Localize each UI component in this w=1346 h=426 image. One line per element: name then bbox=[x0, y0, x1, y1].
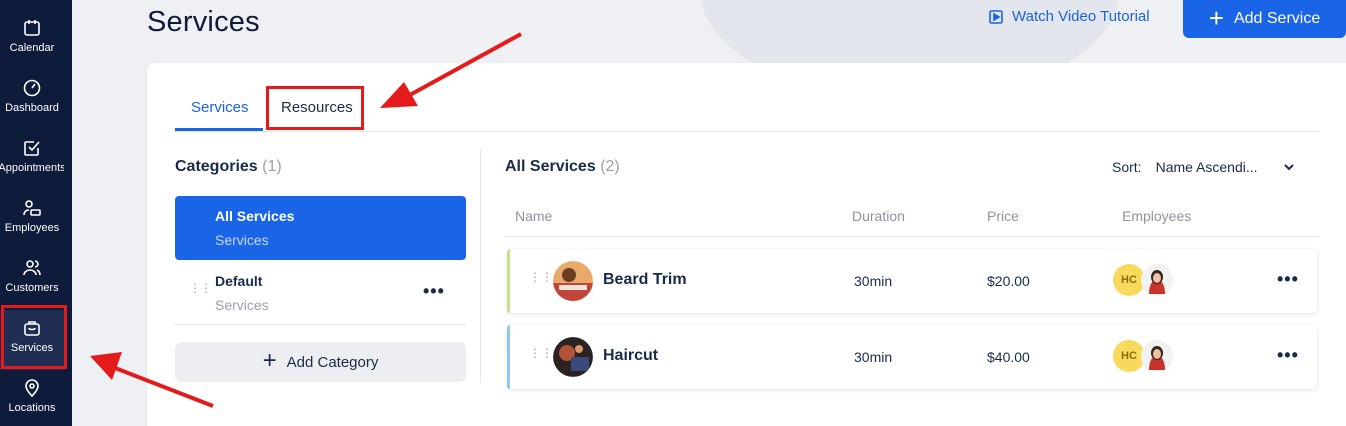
column-header-price[interactable]: Price bbox=[987, 208, 1019, 224]
category-name: Default bbox=[215, 273, 263, 289]
sidebar-item-label: Calendar bbox=[9, 42, 55, 54]
table-header-divider bbox=[505, 236, 1319, 237]
tab-services[interactable]: Services bbox=[191, 99, 249, 116]
service-row-beard-trim[interactable]: ⋮⋮ Beard Trim 30min $20.00 HC ••• bbox=[507, 249, 1317, 313]
sidebar-item-employees[interactable]: Employees bbox=[0, 190, 64, 250]
sidebar-item-dashboard[interactable]: Dashboard bbox=[0, 70, 64, 130]
annotation-highlight-box bbox=[266, 86, 364, 130]
service-thumbnail bbox=[553, 261, 593, 301]
sidebar-item-customers[interactable]: Customers bbox=[0, 250, 64, 310]
row-accent-bar bbox=[507, 325, 510, 389]
plus-icon: + bbox=[262, 346, 277, 374]
more-options-icon[interactable]: ••• bbox=[423, 281, 445, 302]
category-name: All Services bbox=[215, 208, 295, 224]
services-heading: All Services (2) bbox=[505, 158, 620, 176]
employee-avatar bbox=[1141, 264, 1173, 296]
map-pin-icon bbox=[25, 379, 39, 398]
add-service-label: Add Service bbox=[1233, 10, 1321, 27]
service-price: $40.00 bbox=[987, 349, 1030, 365]
service-row-haircut[interactable]: ⋮⋮ Haircut 30min $40.00 HC ••• bbox=[507, 325, 1317, 389]
calendar-icon bbox=[24, 20, 40, 36]
add-category-label: Add Category bbox=[286, 353, 379, 371]
category-item-default[interactable]: ⋮⋮ Default Services ••• bbox=[175, 261, 466, 325]
checkbox-icon bbox=[24, 141, 40, 156]
sort-label: Sort: bbox=[1112, 159, 1142, 175]
sidebar-item-label: Appointments bbox=[0, 162, 66, 174]
more-options-icon[interactable]: ••• bbox=[1277, 269, 1299, 290]
sort-dropdown[interactable]: Sort: Name Ascendi... bbox=[1112, 159, 1296, 175]
active-tab-indicator bbox=[175, 128, 263, 131]
service-duration: 30min bbox=[854, 273, 893, 289]
categories-count: (1) bbox=[262, 158, 282, 175]
page-title: Services bbox=[147, 6, 260, 38]
service-duration: 30min bbox=[854, 349, 893, 365]
gauge-icon bbox=[23, 79, 41, 97]
sidebar-item-locations[interactable]: Locations bbox=[0, 370, 64, 426]
category-item-all-services[interactable]: All Services Services bbox=[175, 196, 466, 260]
category-sub: Services bbox=[215, 297, 269, 313]
tabs-divider bbox=[175, 131, 1319, 132]
services-count: (2) bbox=[600, 158, 620, 175]
category-sub: Services bbox=[215, 232, 269, 248]
service-price: $20.00 bbox=[987, 273, 1030, 289]
annotation-highlight-box bbox=[1, 305, 67, 369]
sidebar-item-calendar[interactable]: Calendar bbox=[0, 10, 64, 70]
watch-video-tutorial-label: Watch Video Tutorial bbox=[1012, 8, 1150, 25]
plus-icon: + bbox=[1208, 2, 1224, 33]
drag-handle-icon[interactable]: ⋮⋮ bbox=[529, 271, 553, 283]
service-name: Haircut bbox=[603, 347, 659, 364]
drag-handle-icon[interactable]: ⋮⋮ bbox=[189, 282, 212, 294]
users-icon bbox=[23, 260, 41, 276]
column-header-employees[interactable]: Employees bbox=[1122, 208, 1191, 224]
sidebar-item-appointments[interactable]: Appointments bbox=[0, 130, 66, 190]
chevron-down-icon bbox=[1283, 164, 1294, 171]
column-divider bbox=[480, 148, 481, 383]
employee-avatar bbox=[1141, 340, 1173, 372]
drag-handle-icon[interactable]: ⋮⋮ bbox=[529, 347, 553, 359]
add-service-button[interactable]: + Add Service bbox=[1183, 0, 1346, 38]
categories-title: Categories bbox=[175, 158, 258, 175]
services-title: All Services bbox=[505, 158, 596, 175]
column-header-duration[interactable]: Duration bbox=[852, 208, 905, 224]
watch-video-tutorial-link[interactable]: Watch Video Tutorial bbox=[988, 8, 1150, 25]
add-category-button[interactable]: + Add Category bbox=[175, 342, 466, 382]
more-options-icon[interactable]: ••• bbox=[1277, 345, 1299, 366]
sort-value: Name Ascendi... bbox=[1155, 159, 1258, 175]
row-accent-bar bbox=[507, 249, 510, 313]
services-card: Services Resources Categories (1) All Se… bbox=[147, 63, 1346, 426]
column-header-name[interactable]: Name bbox=[515, 208, 552, 224]
employee-icon bbox=[23, 200, 41, 216]
video-icon bbox=[989, 9, 1003, 24]
sidebar-item-label: Customers bbox=[5, 282, 59, 294]
service-thumbnail bbox=[553, 337, 593, 377]
sidebar-item-label: Locations bbox=[8, 402, 56, 414]
sidebar-item-label: Dashboard bbox=[5, 102, 59, 114]
sidebar-item-label: Employees bbox=[4, 222, 60, 234]
categories-heading: Categories (1) bbox=[175, 158, 282, 176]
service-name: Beard Trim bbox=[603, 271, 687, 288]
